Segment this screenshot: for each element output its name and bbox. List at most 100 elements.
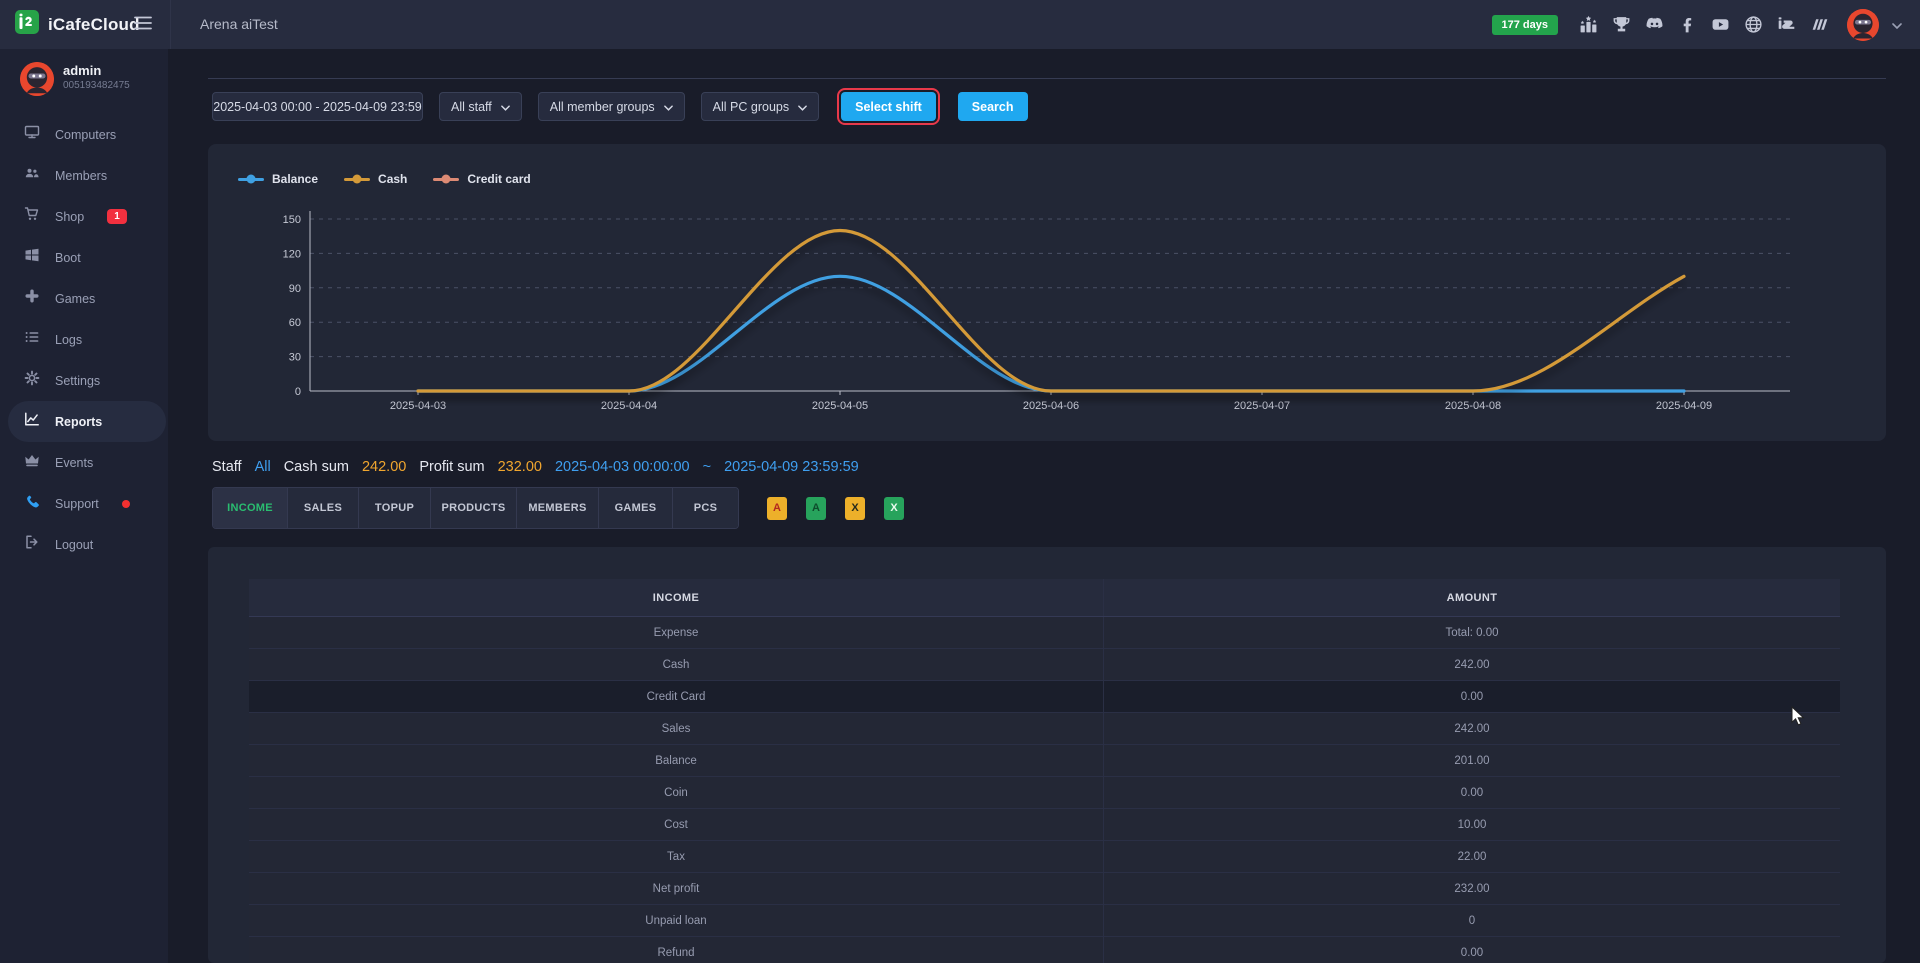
tab-products[interactable]: PRODUCTS <box>431 488 517 528</box>
sidebar-item-logout[interactable]: Logout <box>0 524 168 565</box>
icafe-mark-icon[interactable] <box>1775 14 1797 36</box>
chevron-down-icon[interactable] <box>1892 16 1902 34</box>
globe-icon[interactable] <box>1742 14 1764 36</box>
layers-icon[interactable] <box>1808 14 1830 36</box>
support-alert-dot <box>122 500 130 508</box>
staff-select[interactable]: All staff <box>439 92 522 121</box>
sidebar: admin 005193482475 Computers Members Sho… <box>0 49 168 963</box>
tab-games[interactable]: GAMES <box>599 488 673 528</box>
search-button[interactable]: Search <box>958 92 1028 121</box>
sidebar-item-games[interactable]: Games <box>0 278 168 319</box>
page-title: Arena aiTest <box>200 16 278 32</box>
export-pdf-yellow-icon[interactable]: A <box>767 497 787 520</box>
sidebar-user-name: admin <box>63 63 101 78</box>
x-tick-label: 2025-04-09 <box>1656 400 1712 412</box>
legend-marker <box>238 178 264 181</box>
tab-members[interactable]: MEMBERS <box>517 488 599 528</box>
y-tick-label: 150 <box>283 214 301 226</box>
crown-icon <box>24 452 40 473</box>
hamburger-menu-icon[interactable] <box>134 16 152 33</box>
topbar: iCafeCloud Arena aiTest 177 days <box>0 0 1920 49</box>
report-filters: All staff All member groups All PC group… <box>212 92 1028 121</box>
sidebar-avatar-ninja[interactable] <box>20 62 54 96</box>
youtube-icon[interactable] <box>1709 14 1731 36</box>
tab-sales[interactable]: SALES <box>288 488 359 528</box>
chevron-down-icon <box>664 100 673 114</box>
tab-topup[interactable]: TOPUP <box>359 488 431 528</box>
table-row-credit-card[interactable]: Credit Card0.00 <box>249 681 1840 713</box>
table-row-tax[interactable]: Tax22.00 <box>249 841 1840 873</box>
legend-marker <box>433 178 459 181</box>
legend-item-cash[interactable]: Cash <box>344 172 407 186</box>
legend-label: Balance <box>272 172 318 186</box>
filters-top-divider <box>208 78 1886 79</box>
series-cash[interactable] <box>418 230 1684 391</box>
report-summary: Staff All Cash sum 242.00 Profit sum 232… <box>212 459 859 475</box>
table-row-balance[interactable]: Balance201.00 <box>249 745 1840 777</box>
table-row-net-profit[interactable]: Net profit232.00 <box>249 873 1840 905</box>
y-tick-label: 0 <box>295 386 301 398</box>
table-row-cost[interactable]: Cost10.00 <box>249 809 1840 841</box>
legend-marker <box>344 178 370 181</box>
report-tabs-row: INCOME SALES TOPUP PRODUCTS MEMBERS GAME… <box>212 487 904 529</box>
staff-value: All <box>255 459 271 475</box>
date-range-input[interactable] <box>212 92 423 121</box>
tab-income[interactable]: INCOME <box>213 488 288 528</box>
sidebar-item-events[interactable]: Events <box>0 442 168 483</box>
ranking-icon[interactable] <box>1577 14 1599 36</box>
select-shift-button[interactable]: Select shift <box>841 92 936 121</box>
license-days-badge[interactable]: 177 days <box>1492 15 1558 35</box>
phone-icon <box>24 493 40 514</box>
export-buttons: A A X X <box>767 497 904 520</box>
export-pdf-green-icon[interactable]: A <box>806 497 826 520</box>
legend-item-balance[interactable]: Balance <box>238 172 318 186</box>
topbar-actions: 177 days <box>1492 0 1902 49</box>
table-row-coin[interactable]: Coin0.00 <box>249 777 1840 809</box>
list-icon <box>24 329 40 350</box>
discord-icon[interactable] <box>1643 14 1665 36</box>
sidebar-item-settings[interactable]: Settings <box>0 360 168 401</box>
sidebar-item-boot[interactable]: Boot <box>0 237 168 278</box>
sidebar-item-shop[interactable]: Shop 1 <box>0 196 168 237</box>
legend-item-credit-card[interactable]: Credit card <box>433 172 530 186</box>
profit-sum-label: Profit sum <box>419 459 484 475</box>
table-row-expense[interactable]: ExpenseTotal: 0.00 <box>249 617 1840 649</box>
sidebar-item-logs[interactable]: Logs <box>0 319 168 360</box>
facebook-icon[interactable] <box>1676 14 1698 36</box>
table-row-cash[interactable]: Cash242.00 <box>249 649 1840 681</box>
pc-groups-select[interactable]: All PC groups <box>701 92 819 121</box>
trophy-icon[interactable] <box>1610 14 1632 36</box>
tab-pcs[interactable]: PCS <box>673 488 738 528</box>
legend-label: Credit card <box>467 172 530 186</box>
table-row-refund[interactable]: Refund0.00 <box>249 937 1840 963</box>
sidebar-item-computers[interactable]: Computers <box>0 114 168 155</box>
table-row-sales[interactable]: Sales242.00 <box>249 713 1840 745</box>
member-groups-select[interactable]: All member groups <box>538 92 685 121</box>
user-avatar-ninja[interactable] <box>1847 9 1879 41</box>
sidebar-nav: Computers Members Shop 1 Boot Games L <box>0 114 168 565</box>
y-tick-label: 60 <box>289 317 301 329</box>
table-header-amount: AMOUNT <box>1103 579 1840 616</box>
gamepad-icon <box>24 288 40 309</box>
table-row-unpaid-loan[interactable]: Unpaid loan0 <box>249 905 1840 937</box>
export-excel-green-icon[interactable]: X <box>884 497 904 520</box>
icafecloud-logo[interactable]: iCafeCloud <box>14 0 140 49</box>
icafecloud-logo-icon <box>14 9 40 40</box>
export-excel-yellow-icon[interactable]: X <box>845 497 865 520</box>
x-tick-label: 2025-04-08 <box>1445 400 1501 412</box>
sidebar-item-members[interactable]: Members <box>0 155 168 196</box>
series-balance[interactable] <box>418 276 1684 391</box>
y-tick-label: 30 <box>289 352 301 364</box>
x-tick-label: 2025-04-05 <box>812 400 868 412</box>
line-chart[interactable]: 03060901201502025-04-032025-04-042025-04… <box>208 144 1886 441</box>
x-tick-label: 2025-04-03 <box>390 400 446 412</box>
report-tabs: INCOME SALES TOPUP PRODUCTS MEMBERS GAME… <box>212 487 739 529</box>
income-table: INCOME AMOUNT ExpenseTotal: 0.00 Cash242… <box>249 579 1840 963</box>
legend-label: Cash <box>378 172 407 186</box>
staff-label: Staff <box>212 459 242 475</box>
sidebar-item-reports[interactable]: Reports <box>8 401 166 442</box>
table-header-row: INCOME AMOUNT <box>249 579 1840 617</box>
cash-sum-value: 242.00 <box>362 459 406 475</box>
cash-sum-label: Cash sum <box>284 459 349 475</box>
sidebar-item-support[interactable]: Support <box>0 483 168 524</box>
